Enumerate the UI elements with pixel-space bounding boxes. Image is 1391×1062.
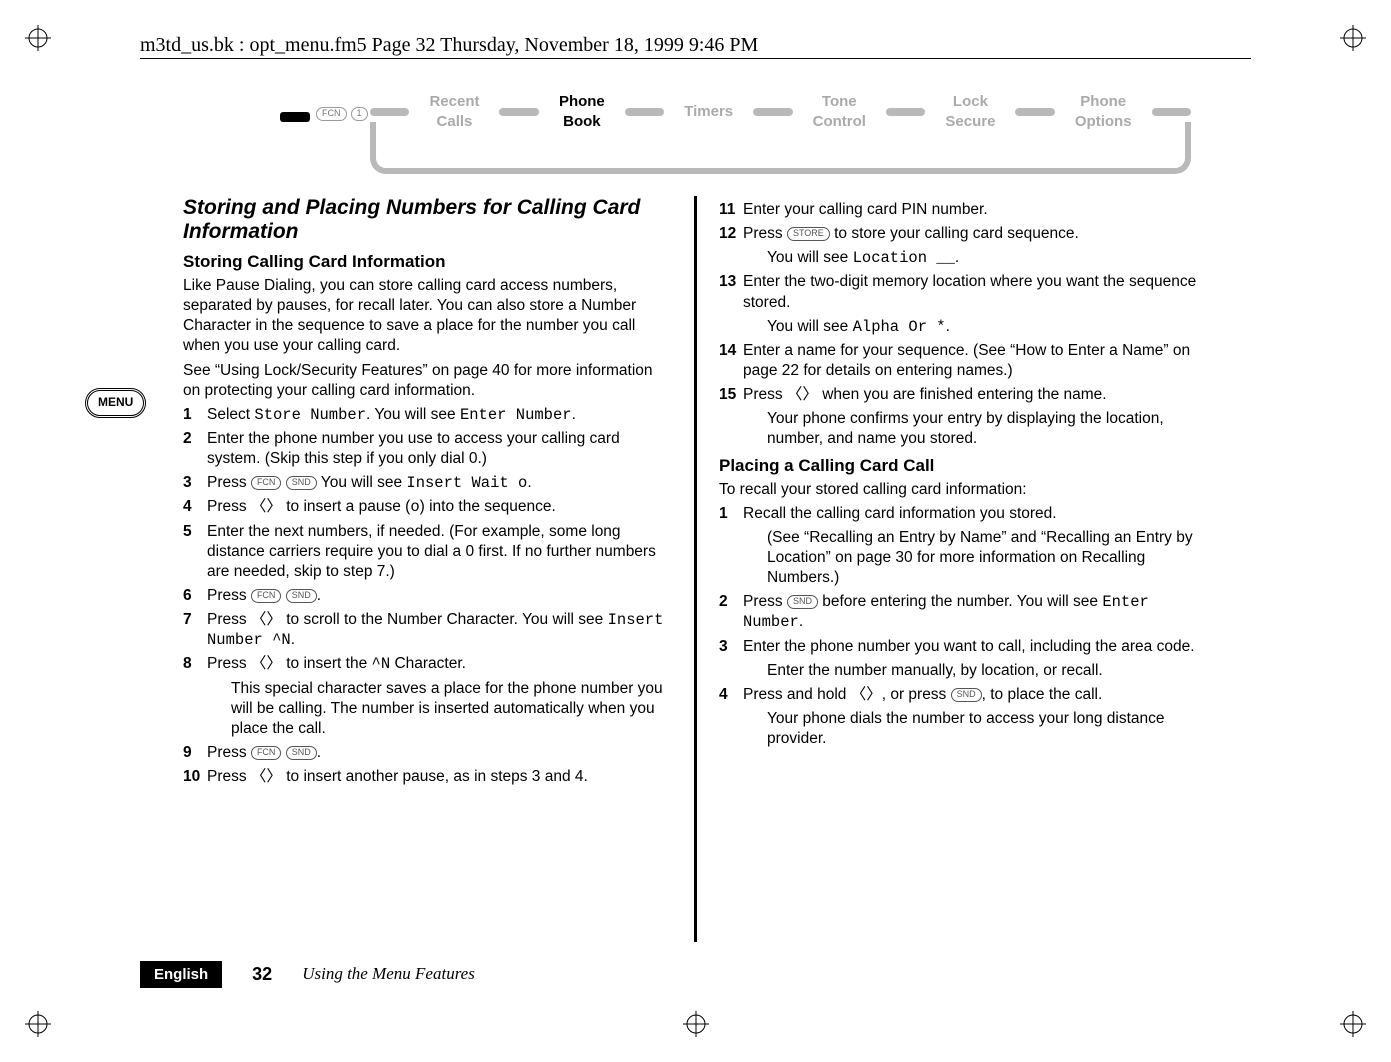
one-key-icon: 1	[351, 107, 368, 121]
recall-step-1: 1Recall the calling card information you…	[719, 504, 1208, 589]
subsection-heading-storing: Storing Calling Card Information	[183, 252, 672, 272]
nav-separator-icon	[1015, 108, 1054, 116]
nav-separator-icon	[625, 108, 664, 116]
fcn-key-icon: FCN	[251, 476, 282, 490]
step-note: You will see Alpha Or *.	[767, 317, 1208, 337]
left-column: Storing and Placing Numbers for Calling …	[175, 196, 680, 942]
snd-key-icon: SND	[286, 746, 317, 760]
crop-mark-icon	[25, 25, 51, 51]
crop-mark-icon	[1340, 25, 1366, 51]
column-divider	[694, 196, 697, 942]
nav-separator-icon	[753, 108, 792, 116]
step-7: 7Press 〈〉 to scroll to the Number Charac…	[183, 610, 672, 650]
step-10: 10Press 〈〉 to insert another pause, as i…	[183, 767, 672, 787]
step-6: 6Press FCN SND.	[183, 586, 672, 606]
snd-key-icon: SND	[286, 589, 317, 603]
paragraph: See “Using Lock/Security Features” on pa…	[183, 361, 672, 401]
step-note: Your phone confirms your entry by displa…	[767, 409, 1208, 449]
nav-separator-icon	[886, 108, 925, 116]
language-badge: English	[140, 961, 222, 989]
step-note: You will see Location __.	[767, 248, 1208, 268]
step-note: Your phone dials the number to access yo…	[767, 709, 1208, 749]
recall-step-2: 2Press SND before entering the number. Y…	[719, 592, 1208, 632]
step-note: Enter the number manually, by location, …	[767, 661, 1208, 681]
page-number: 32	[252, 963, 272, 986]
nav-item-lock-secure: LockSecure	[945, 92, 995, 131]
recall-step-4: 4Press and hold 〈〉, or press SND, to pla…	[719, 685, 1208, 749]
nav-item-phone-options: PhoneOptions	[1075, 92, 1132, 131]
crop-mark-icon	[1340, 1011, 1366, 1037]
menu-nav-strip: FCN 1 RecentCalls PhoneBook Timers ToneC…	[140, 92, 1251, 172]
step-15: 15Press 〈〉 when you are finished enterin…	[719, 385, 1208, 449]
nav-item-timers: Timers	[684, 102, 733, 122]
step-5: 5Enter the next numbers, if needed. (For…	[183, 522, 672, 582]
fcn-key-icon: FCN	[316, 107, 347, 121]
step-1: 1Select Store Number. You will see Enter…	[183, 405, 672, 425]
menu-badge: MENU	[85, 388, 146, 418]
nav-start-icon	[280, 112, 310, 122]
fcn-key-icon: FCN	[251, 746, 282, 760]
fcn-key-icon: FCN	[251, 589, 282, 603]
nav-separator-icon	[370, 108, 409, 116]
step-12: 12Press STORE to store your calling card…	[719, 224, 1208, 268]
header-rule	[140, 58, 1251, 59]
display-text: o	[410, 498, 419, 516]
menu-badge-label: MENU	[85, 388, 146, 418]
step-2: 2Enter the phone number you use to acces…	[183, 429, 672, 469]
step-4: 4Press 〈〉 to insert a pause (o) into the…	[183, 497, 672, 517]
display-text: ^N	[372, 655, 391, 673]
step-14: 14Enter a name for your sequence. (See “…	[719, 341, 1208, 381]
chapter-title: Using the Menu Features	[302, 964, 475, 984]
crop-mark-icon	[25, 1011, 51, 1037]
display-text: Alpha Or *	[853, 318, 946, 336]
step-3: 3Press FCN SND You will see Insert Wait …	[183, 473, 672, 493]
step-note: (See “Recalling an Entry by Name” and “R…	[767, 528, 1208, 588]
step-9: 9Press FCN SND.	[183, 743, 672, 763]
display-text: Location __	[853, 249, 955, 267]
crop-mark-icon	[683, 1011, 709, 1037]
nav-separator-icon	[1152, 108, 1191, 116]
step-13: 13Enter the two-digit memory location wh…	[719, 272, 1208, 336]
page-footer: English 32 Using the Menu Features	[140, 961, 1251, 989]
store-key-icon: STORE	[787, 227, 830, 241]
paragraph: To recall your stored calling card infor…	[719, 480, 1208, 500]
display-text: Insert Wait o	[406, 474, 527, 492]
paragraph: Like Pause Dialing, you can store callin…	[183, 276, 672, 357]
step-11: 11Enter your calling card PIN number.	[719, 200, 1208, 220]
step-8: 8Press 〈〉 to insert the ^N Character.Thi…	[183, 654, 672, 739]
nav-item-tone-control: ToneControl	[813, 92, 866, 131]
nav-item-phone-book: PhoneBook	[559, 92, 605, 131]
snd-key-icon: SND	[951, 688, 982, 702]
recall-step-3: 3Enter the phone number you want to call…	[719, 637, 1208, 681]
snd-key-icon: SND	[286, 476, 317, 490]
section-heading: Storing and Placing Numbers for Calling …	[183, 196, 672, 244]
content-area: Storing and Placing Numbers for Calling …	[175, 196, 1216, 942]
nav-separator-icon	[499, 108, 538, 116]
document-header: m3td_us.bk : opt_menu.fm5 Page 32 Thursd…	[140, 32, 758, 58]
display-text: Enter Number	[460, 406, 572, 424]
subsection-heading-placing: Placing a Calling Card Call	[719, 456, 1208, 476]
snd-key-icon: SND	[787, 595, 818, 609]
display-text: Store Number	[254, 406, 366, 424]
nav-item-recent-calls: RecentCalls	[429, 92, 479, 131]
step-note: This special character saves a place for…	[231, 679, 672, 739]
nav-loop-icon	[370, 142, 1191, 174]
nav-key-icons: FCN 1	[316, 107, 368, 121]
right-column: 11Enter your calling card PIN number. 12…	[711, 196, 1216, 942]
